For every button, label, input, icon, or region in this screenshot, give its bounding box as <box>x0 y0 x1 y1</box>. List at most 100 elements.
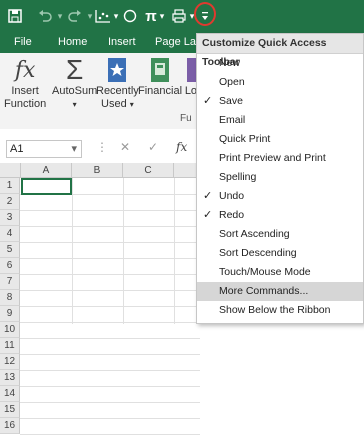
column-header-b[interactable]: B <box>72 163 123 178</box>
gridline <box>20 370 200 371</box>
menu-item-touch-mouse-mode[interactable]: Touch/Mouse Mode <box>197 263 363 282</box>
gridline <box>72 178 73 324</box>
quick-access-toolbar: ▾ ▾ ▾ π ▾ ▾ <box>0 0 364 33</box>
name-box[interactable]: A1 ▾ <box>6 140 82 158</box>
row-header[interactable]: 3 <box>0 210 20 226</box>
gridline <box>20 274 200 275</box>
financial-button[interactable]: Financial <box>138 55 182 98</box>
menu-item-label: Print Preview and Print <box>219 152 326 164</box>
menu-item-label: Email <box>219 114 246 126</box>
tab-home[interactable]: Home <box>58 36 87 48</box>
menu-item-label: Sort Ascending <box>219 228 290 240</box>
menu-item-label: Show Below the Ribbon <box>219 304 331 316</box>
redo-icon[interactable] <box>66 6 84 26</box>
row-header[interactable]: 5 <box>0 242 20 258</box>
financial-book-icon <box>146 55 174 85</box>
menu-item-save[interactable]: ✓ Save <box>197 92 363 111</box>
sigma-icon: Σ <box>65 54 84 85</box>
insert-function-button[interactable]: fx Insert Function <box>4 55 46 111</box>
cancel-icon[interactable]: ✕ <box>120 140 130 154</box>
recently-used-button[interactable]: Recently Used ▾ <box>96 55 139 111</box>
undo-dropdown-icon[interactable]: ▾ <box>56 6 64 26</box>
print-preview-icon[interactable] <box>170 6 188 26</box>
row-header[interactable]: 7 <box>0 274 20 290</box>
menu-item-new[interactable]: New <box>197 54 363 73</box>
row-header[interactable]: 8 <box>0 290 20 306</box>
menu-item-label: Spelling <box>219 171 257 183</box>
select-all-corner[interactable] <box>0 163 21 178</box>
autosum-button[interactable]: Σ AutoSum ▾ <box>52 54 98 111</box>
gridline <box>20 402 200 403</box>
insert-function-label-2: Function <box>4 98 47 110</box>
recently-used-label: Recently <box>96 85 139 97</box>
function-library-group-label: Fu <box>180 113 192 124</box>
row-header[interactable]: 16 <box>0 418 20 434</box>
gridline <box>20 322 200 323</box>
row-header[interactable]: 12 <box>0 354 20 370</box>
menu-item-label: Sort Descending <box>219 247 297 259</box>
menu-item-label: New <box>219 57 241 69</box>
gridline <box>20 418 200 419</box>
row-header[interactable]: 6 <box>0 258 20 274</box>
menu-item-show-below-the-ribbon[interactable]: Show Below the Ribbon <box>197 301 363 320</box>
row-header[interactable]: 14 <box>0 386 20 402</box>
check-icon: ✓ <box>203 190 213 202</box>
row-header[interactable]: 15 <box>0 402 20 418</box>
circle-shape-icon[interactable] <box>122 6 138 26</box>
chart-dropdown-icon[interactable]: ▾ <box>112 6 120 26</box>
menu-item-quick-print[interactable]: Quick Print <box>197 130 363 149</box>
menu-item-print-preview-and-print[interactable]: Print Preview and Print <box>197 149 363 168</box>
insert-function-label: Insert <box>11 85 39 97</box>
row-header[interactable]: 4 <box>0 226 20 242</box>
menu-item-label: Undo <box>219 190 245 202</box>
chart-icon[interactable] <box>94 6 112 26</box>
check-icon: ✓ <box>203 209 213 221</box>
autosum-dropdown-icon: ▾ <box>72 100 77 109</box>
pi-dropdown-icon[interactable]: ▾ <box>158 6 166 26</box>
tab-insert[interactable]: Insert <box>108 36 136 48</box>
gridline <box>123 178 124 324</box>
menu-item-sort-ascending[interactable]: Sort Ascending <box>197 225 363 244</box>
menu-item-label: Open <box>219 76 245 88</box>
name-box-value: A1 <box>10 143 24 155</box>
pi-icon[interactable]: π <box>144 6 158 26</box>
customize-qat-menu: Customize Quick Access Toolbar New Open ✓ S… <box>196 33 364 324</box>
menu-item-more-commands[interactable]: More Commands... <box>197 282 363 301</box>
menu-item-label: Redo <box>219 209 245 221</box>
menu-item-open[interactable]: Open <box>197 73 363 92</box>
gridline <box>20 290 200 291</box>
autosum-label: AutoSum <box>52 85 98 97</box>
column-header-a[interactable]: A <box>21 163 72 178</box>
menu-item-redo[interactable]: ✓ Redo <box>197 206 363 225</box>
gridline <box>20 226 200 227</box>
row-header[interactable]: 2 <box>0 194 20 210</box>
more-dots-icon: ⋮ <box>96 140 108 154</box>
undo-icon[interactable] <box>36 6 54 26</box>
menu-item-email[interactable]: Email <box>197 111 363 130</box>
menu-title: Customize Quick Access Toolbar <box>197 34 363 68</box>
menu-item-label: Touch/Mouse Mode <box>219 266 311 278</box>
row-header[interactable]: 9 <box>0 306 20 322</box>
row-header[interactable]: 13 <box>0 370 20 386</box>
tab-file[interactable]: File <box>14 36 32 48</box>
tab-page-layout[interactable]: Page Lay <box>155 36 201 48</box>
gridline <box>174 178 175 324</box>
column-header-c[interactable]: C <box>123 163 174 178</box>
redo-dropdown-icon[interactable]: ▾ <box>86 6 94 26</box>
menu-item-undo[interactable]: ✓ Undo <box>197 187 363 206</box>
row-header[interactable]: 11 <box>0 338 20 354</box>
gridline <box>20 210 200 211</box>
menu-item-sort-descending[interactable]: Sort Descending <box>197 244 363 263</box>
menu-item-spelling[interactable]: Spelling <box>197 168 363 187</box>
selected-cell-a1[interactable] <box>21 178 72 195</box>
save-icon[interactable] <box>6 6 24 26</box>
row-header[interactable]: 10 <box>0 322 20 338</box>
gridline <box>20 338 200 339</box>
name-box-dropdown-icon: ▾ <box>71 143 77 155</box>
enter-check-icon[interactable]: ✓ <box>148 140 158 154</box>
row-header[interactable]: 1 <box>0 178 20 194</box>
highlight-circle <box>194 2 216 26</box>
menu-item-label: Quick Print <box>219 133 271 145</box>
insert-function-fx-icon[interactable]: fx <box>176 140 187 154</box>
recently-used-label-2: Used ▾ <box>101 98 134 110</box>
